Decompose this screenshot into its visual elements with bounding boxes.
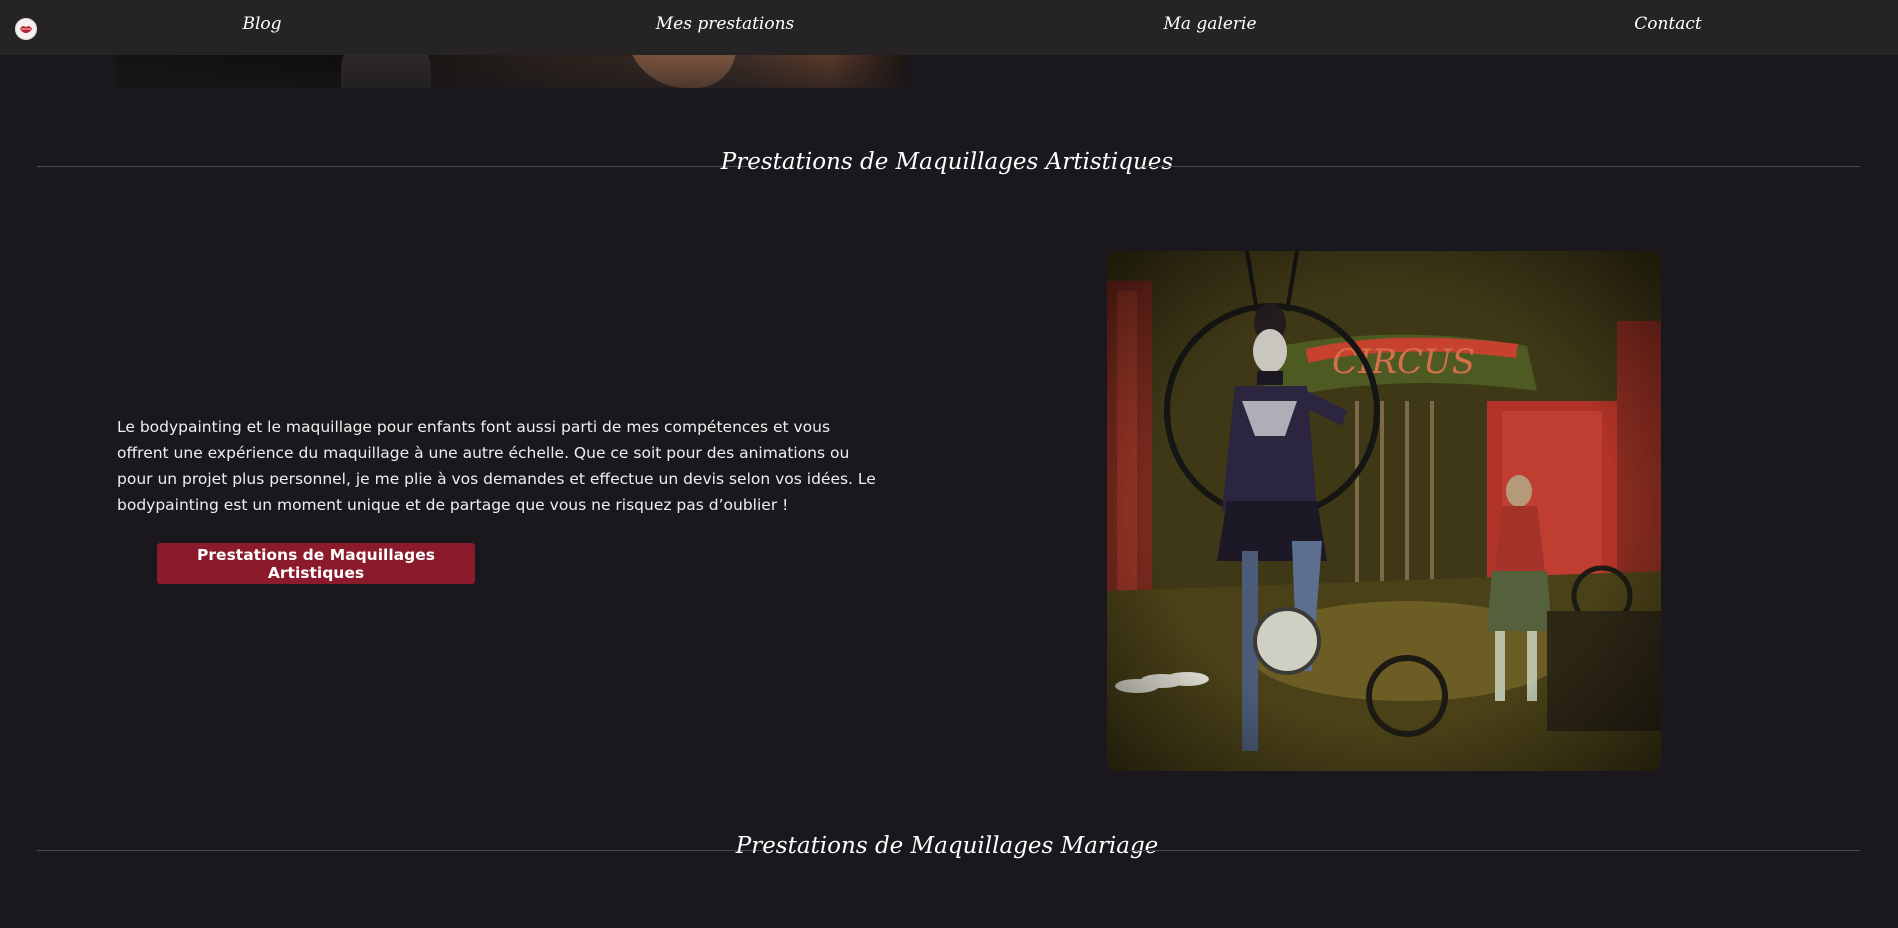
divider-line [1130, 850, 1860, 851]
divider-line [1143, 166, 1860, 167]
section-title: Prestations de Maquillages Mariage [735, 833, 1159, 859]
divider-line [37, 850, 767, 851]
circus-photo: CIRCUS [1107, 251, 1661, 771]
nav-item-prestations[interactable]: Mes prestations [656, 14, 795, 34]
site-header: Blog Mes prestations Ma galerie Contact [0, 0, 1898, 55]
section-heading-artistic: Prestations de Maquillages Artistiques [37, 146, 1860, 186]
section-heading-wedding: Prestations de Maquillages Mariage [37, 830, 1860, 870]
nav-item-blog[interactable]: Blog [242, 14, 281, 34]
circus-photo-illustration: CIRCUS [1107, 251, 1661, 771]
divider-line [37, 166, 755, 167]
brand-logo-icon[interactable] [15, 18, 37, 40]
artistic-prestations-button[interactable]: Prestations de Maquillages Artistiques [157, 543, 475, 584]
nav-item-galerie[interactable]: Ma galerie [1163, 14, 1256, 34]
artistic-description: Le bodypainting et le maquillage pour en… [117, 417, 876, 514]
lips-icon [20, 26, 32, 33]
section-title: Prestations de Maquillages Artistiques [720, 149, 1174, 175]
nav-item-contact[interactable]: Contact [1634, 14, 1702, 34]
hero-fade [0, 55, 1898, 115]
